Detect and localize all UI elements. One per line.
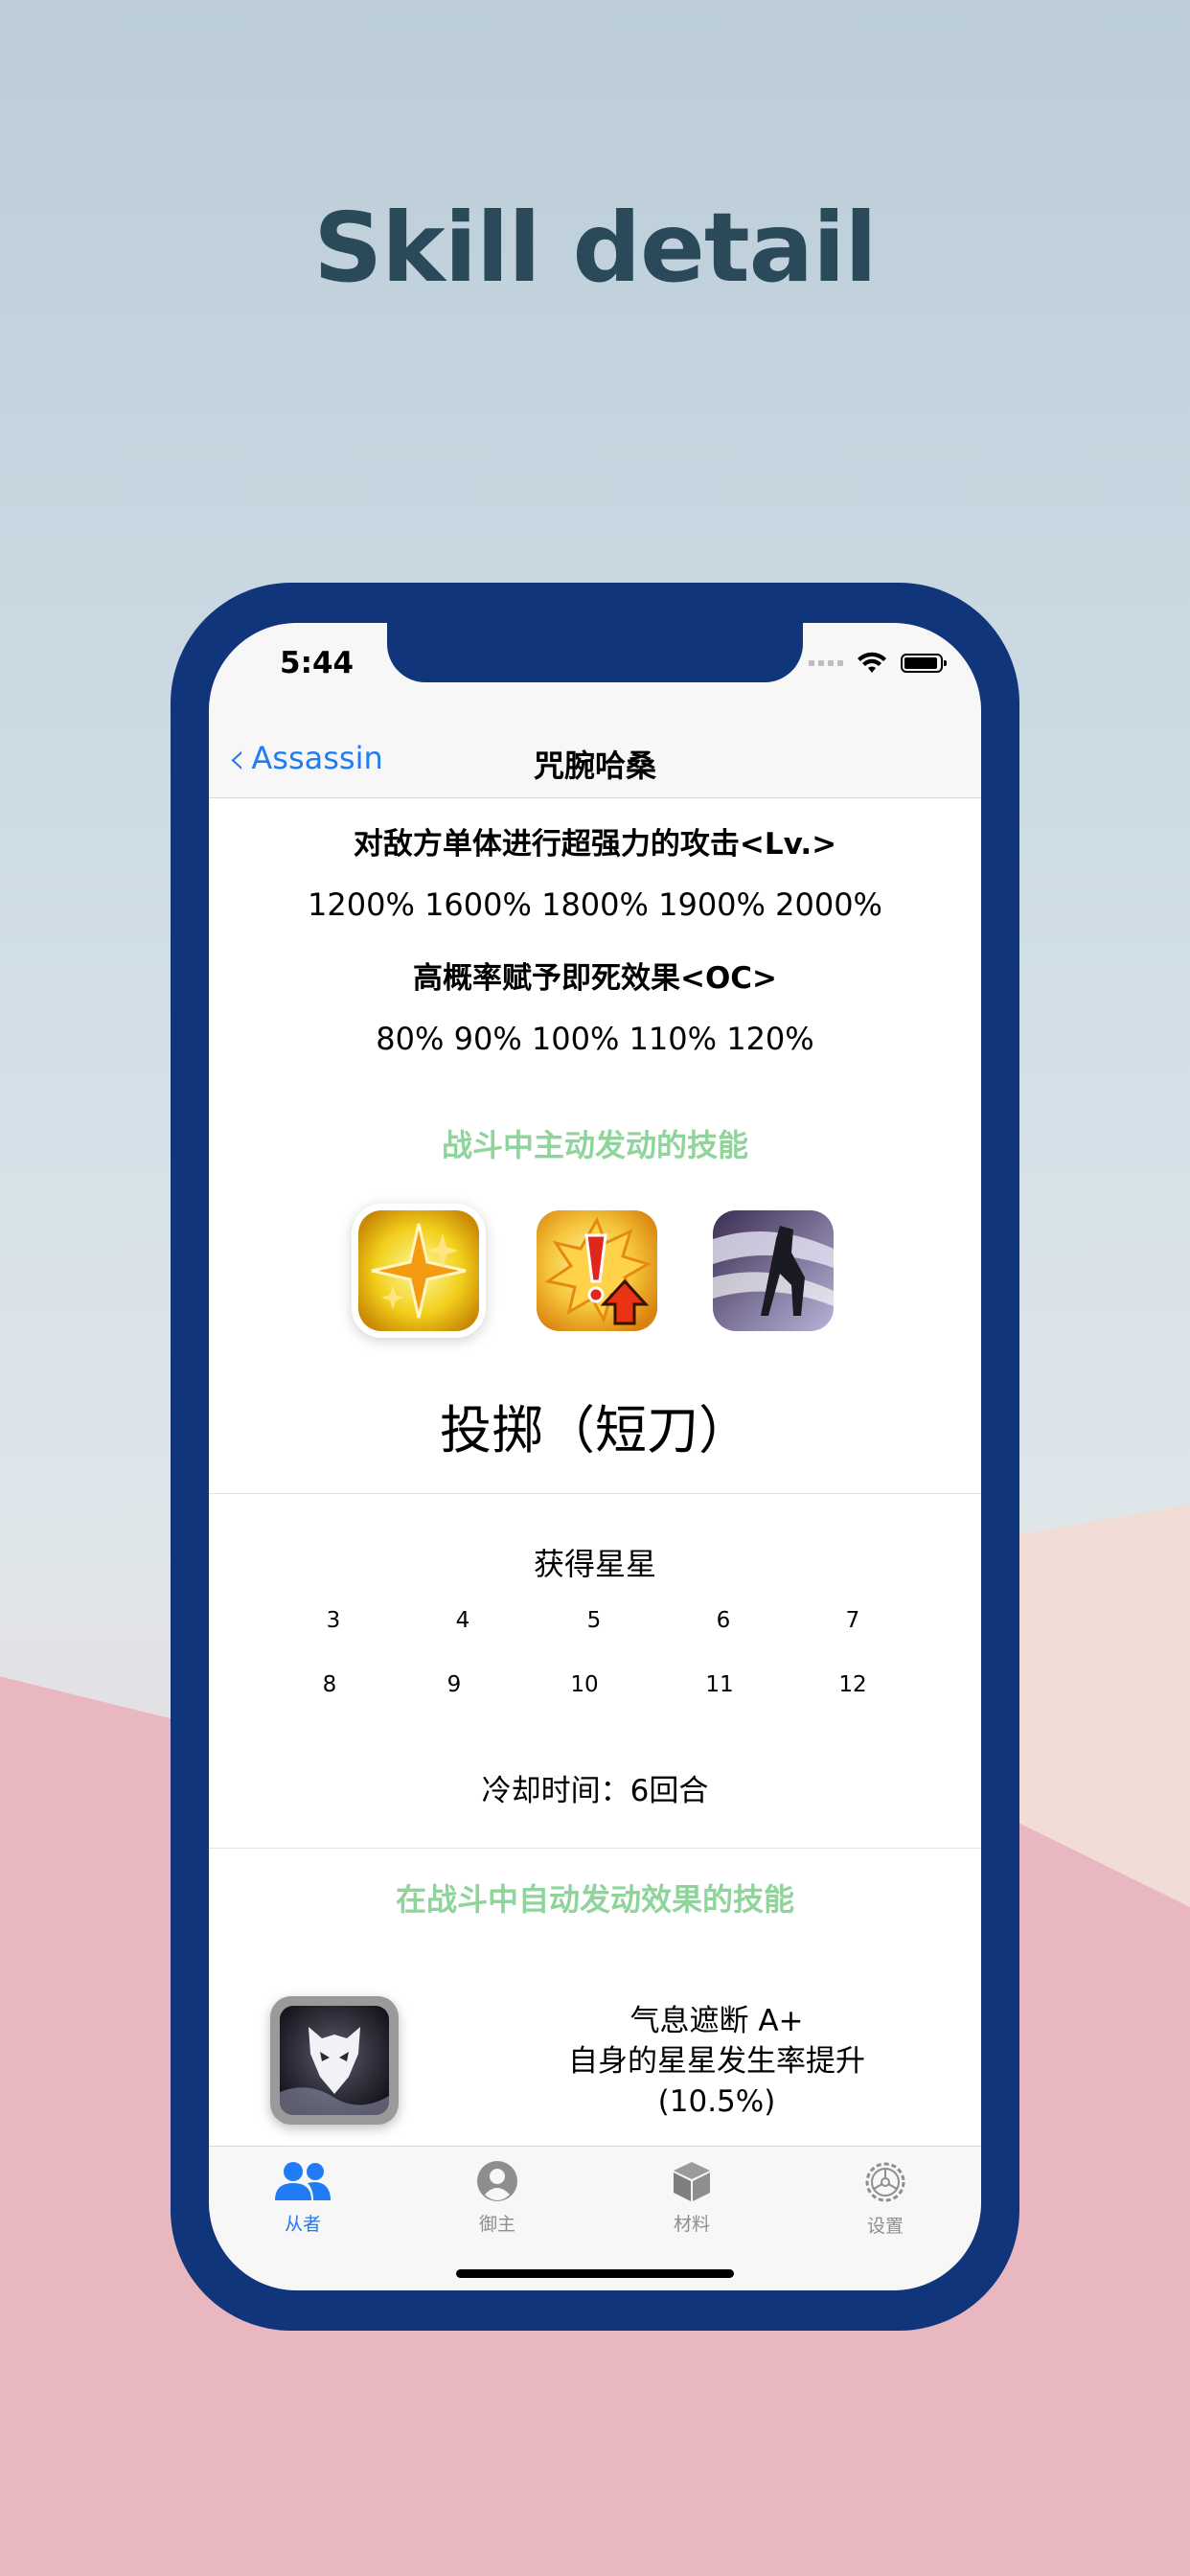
passive-skill-icon[interactable] [270,1996,399,2125]
phone-frame: 5:44 ‹ Assassin 咒腕哈桑 对敌方单体进行超强力的攻击<Lv.> … [171,583,1019,2331]
assassin-skill-icon[interactable] [713,1210,834,1331]
star-value: 11 [705,1672,734,1697]
tab-label: 御主 [478,2214,515,2235]
tab-label: 设置 [866,2216,904,2237]
passive-skill-desc: 自身的星星发生率提升 [568,2044,865,2079]
box-icon [674,2162,710,2201]
skill-detail-content[interactable]: 对敌方单体进行超强力的攻击<Lv.> 1200% 1600% 1800% 190… [209,798,981,2146]
effect-line-1: 对敌方单体进行超强力的攻击<Lv.> [353,827,837,862]
stars-label: 获得星星 [533,1546,656,1582]
buster-up-icon[interactable] [537,1210,657,1331]
tab-settings[interactable]: 设置 [837,2160,933,2238]
star-value: 8 [322,1672,337,1697]
notch [387,623,803,682]
person-circle-icon [477,2161,517,2201]
star-value: 6 [716,1608,731,1633]
divider [209,1493,981,1494]
quick-card-icon[interactable] [358,1210,479,1331]
active-skill-section-title: 战斗中主动发动的技能 [441,1127,748,1163]
tab-master[interactable]: 御主 [449,2160,545,2236]
tab-label: 从者 [284,2214,321,2235]
skill-name: 投掷（短刀） [440,1400,750,1460]
gear-icon [865,2162,905,2202]
star-value: 4 [455,1608,470,1633]
star-value: 9 [446,1672,462,1697]
mask-icon [280,2006,389,2115]
passive-skill-section-title: 在战斗中自动发动效果的技能 [395,1881,794,1918]
navigation-bar: ‹ Assassin 咒腕哈桑 [209,719,981,798]
passive-skill-name: 气息遮断 A+ [629,2004,804,2038]
star-value: 12 [838,1672,867,1697]
star-value: 10 [570,1672,599,1697]
passive-skill-value: (10.5%) [657,2084,776,2119]
nav-title: 咒腕哈桑 [533,748,656,784]
phone-screen: 5:44 ‹ Assassin 咒腕哈桑 对敌方单体进行超强力的攻击<Lv.> … [209,623,981,2290]
star-value: 5 [586,1608,602,1633]
effect-line-2: 高概率赋予即死效果<OC> [412,961,778,996]
tab-servants[interactable]: 从者 [255,2160,351,2236]
tab-label: 材料 [673,2214,710,2235]
page-headline: Skill detail [313,192,877,304]
star-value: 3 [326,1608,341,1633]
star-value: 7 [845,1608,860,1633]
wifi-icon [858,652,886,673]
cooldown-text: 冷却时间：6回合 [481,1774,709,1808]
battery-icon [901,654,947,673]
effect-line-2-values: 80% 90% 100% 110% 120% [376,1021,814,1057]
home-indicator[interactable] [456,2269,734,2278]
people-icon [275,2162,331,2200]
tab-materials[interactable]: 材料 [644,2160,740,2236]
effect-line-1-values: 1200% 1600% 1800% 1900% 2000% [308,886,882,923]
passive-skill-text: 气息遮断 A+ 自身的星星发生率提升 (10.5%) [554,2001,880,2122]
status-icons [809,652,947,675]
signal-icon [809,660,843,666]
skill-icons-row [209,1210,981,1345]
status-time: 5:44 [280,646,355,680]
divider [209,1848,981,1849]
